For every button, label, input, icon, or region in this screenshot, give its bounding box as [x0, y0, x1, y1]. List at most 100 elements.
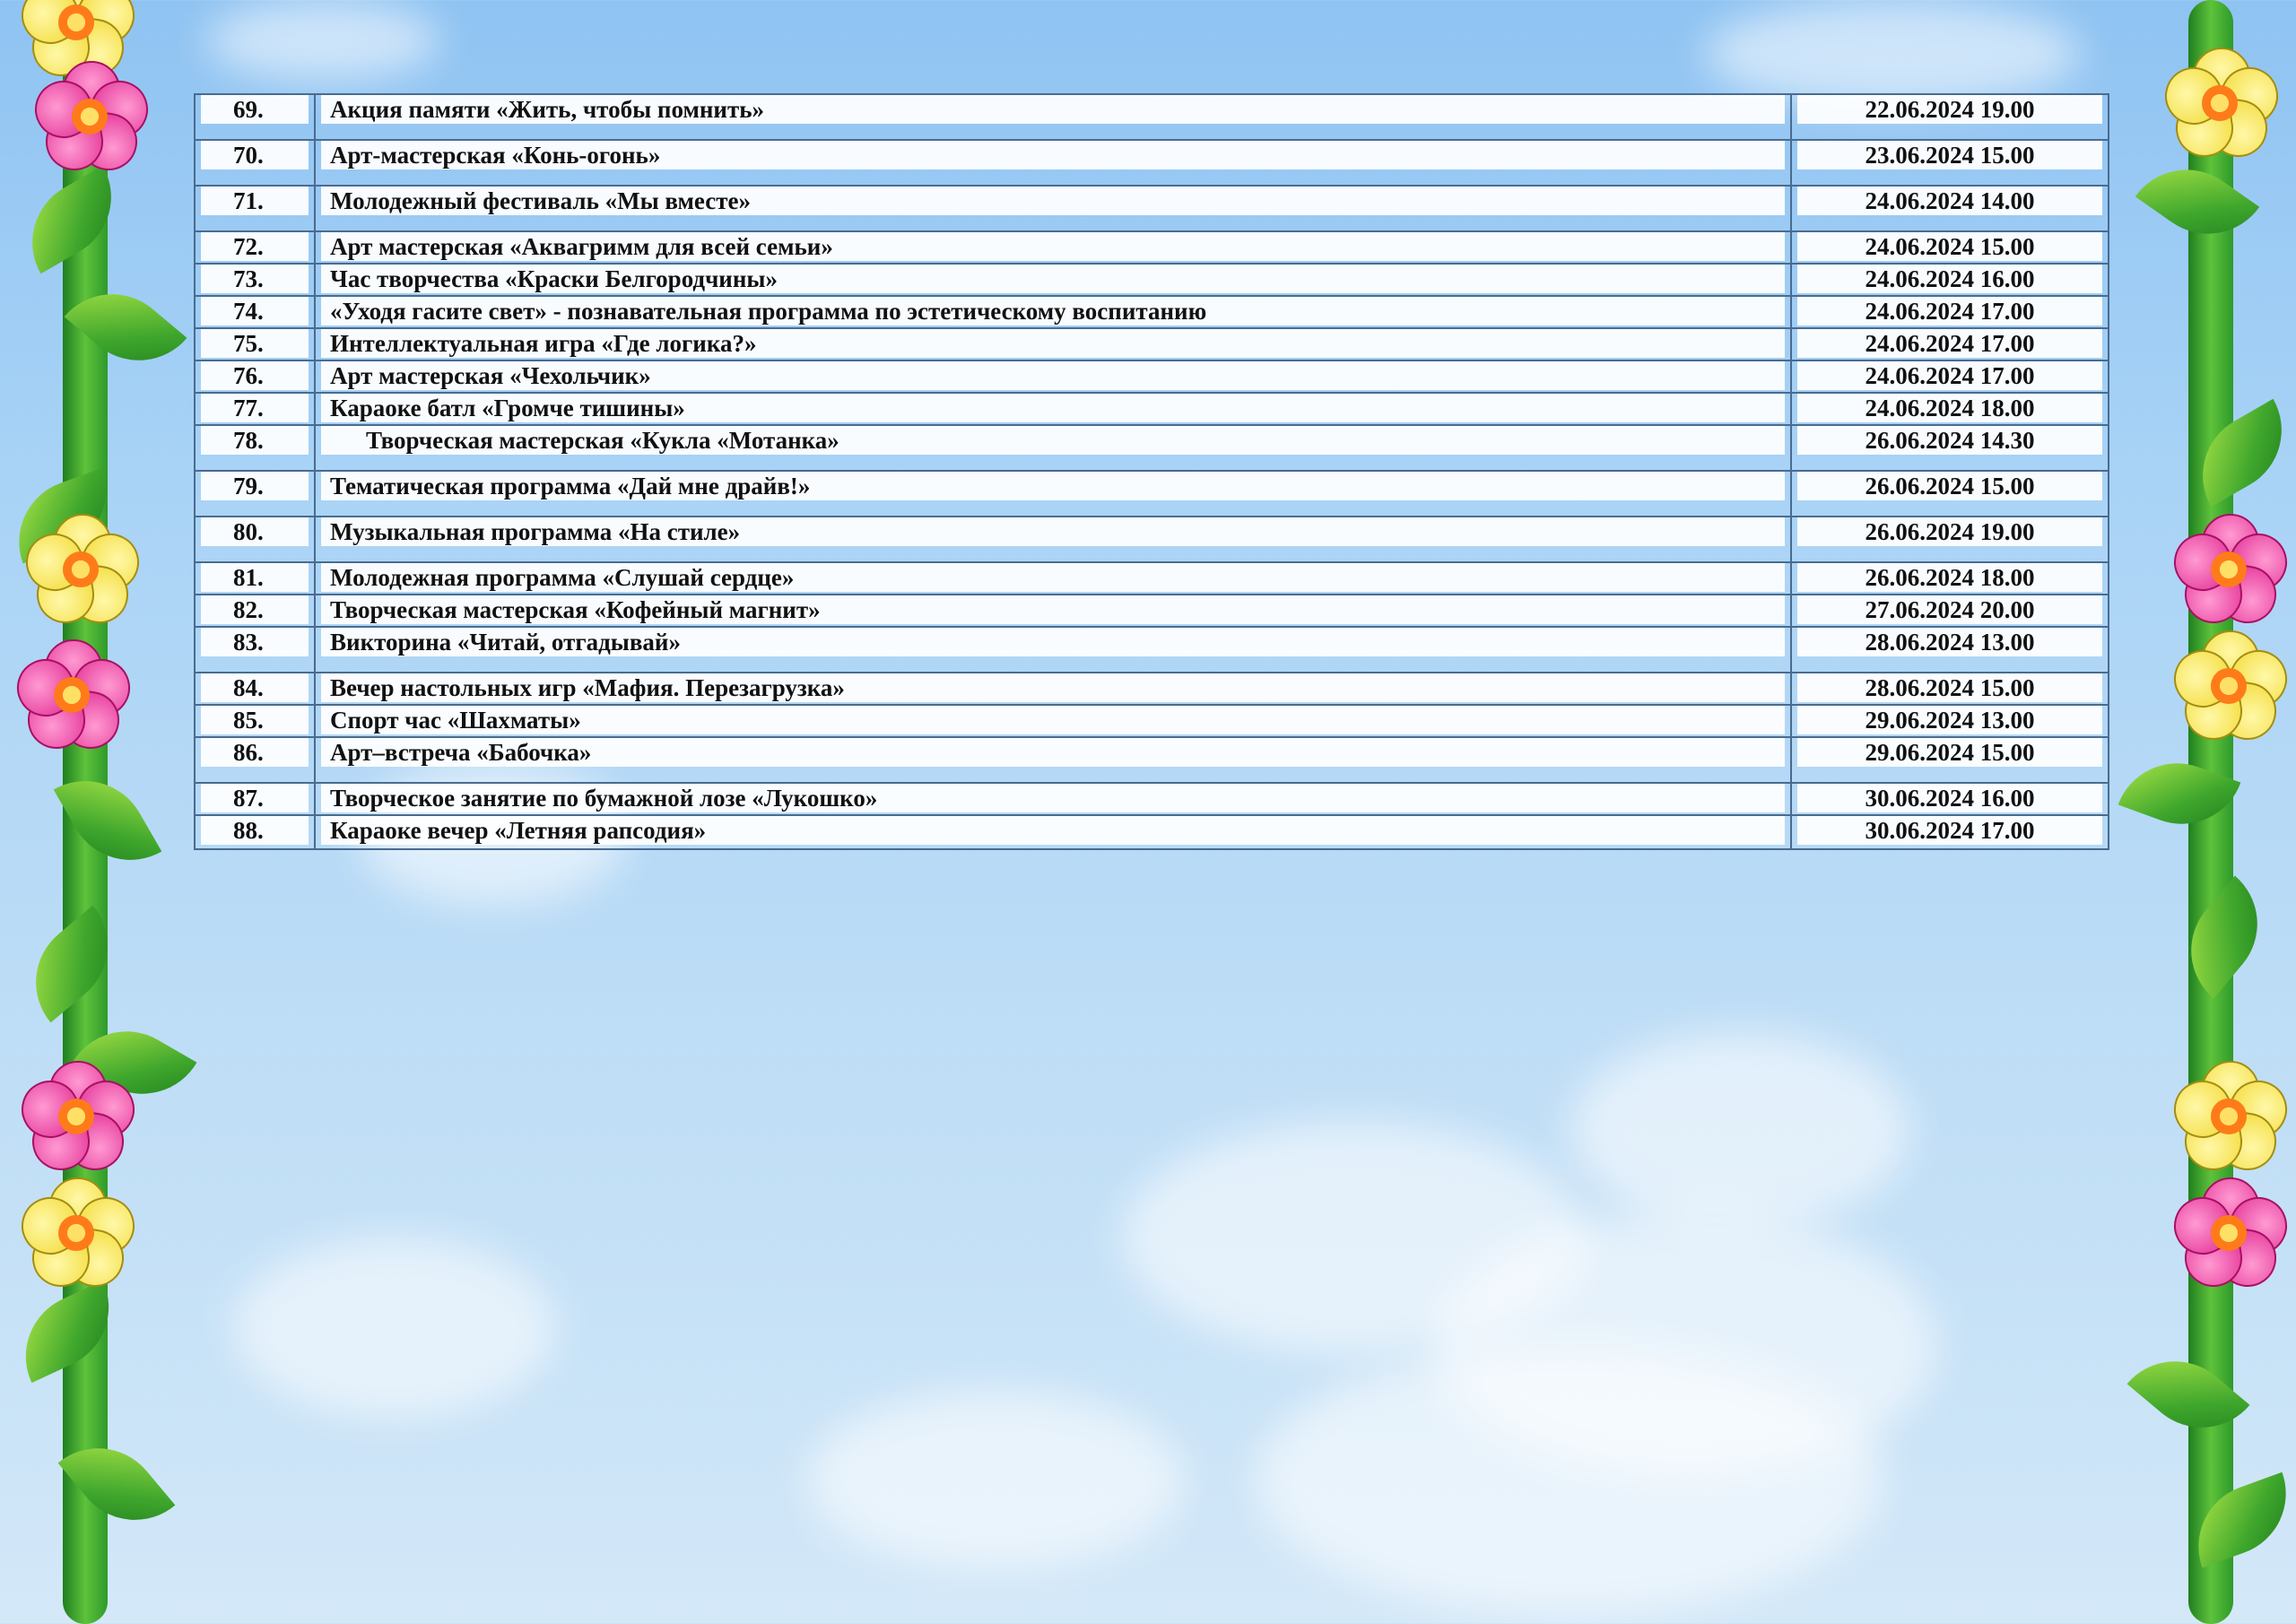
event-date: 26.06.2024 14.30 — [1797, 426, 2102, 455]
event-title: Арт–встреча «Бабочка» — [321, 738, 1785, 767]
row-number: 85. — [201, 706, 309, 734]
event-title: Час творчества «Краски Белгородчины» — [321, 265, 1785, 293]
event-title: Караоке вечер «Летняя рапсодия» — [321, 816, 1785, 845]
row-number-cell: 72. — [194, 230, 316, 265]
event-title: «Уходя гасите свет» - познавательная про… — [321, 297, 1785, 326]
event-date: 24.06.2024 17.00 — [1797, 329, 2102, 358]
event-date: 24.06.2024 15.00 — [1797, 232, 2102, 261]
event-date-cell: 30.06.2024 16.00 — [1790, 782, 2109, 816]
row-number: 77. — [201, 394, 309, 422]
event-title: Арт-мастерская «Конь-огонь» — [321, 141, 1785, 169]
event-date: 23.06.2024 15.00 — [1797, 141, 2102, 169]
row-number-cell: 71. — [194, 185, 316, 232]
event-title-cell: Арт мастерская «Аквагримм для всей семьи… — [314, 230, 1792, 265]
row-number: 87. — [201, 784, 309, 812]
event-title: Тематическая программа «Дай мне драйв!» — [321, 472, 1785, 500]
table-row: 69. Акция памяти «Жить, чтобы помнить» 2… — [194, 93, 2109, 141]
row-number: 86. — [201, 738, 309, 767]
row-number: 69. — [201, 95, 309, 124]
event-date-cell: 24.06.2024 16.00 — [1790, 263, 2109, 297]
event-date: 28.06.2024 15.00 — [1797, 673, 2102, 702]
event-date: 24.06.2024 17.00 — [1797, 361, 2102, 390]
event-date: 24.06.2024 16.00 — [1797, 265, 2102, 293]
event-title-cell: «Уходя гасите свет» - познавательная про… — [314, 295, 1792, 329]
table-row: 82. Творческая мастерская «Кофейный магн… — [194, 594, 2109, 628]
event-title-cell: Караоке батл «Громче тишины» — [314, 392, 1792, 426]
left-floral-border — [0, 0, 197, 1624]
event-date: 22.06.2024 19.00 — [1797, 95, 2102, 124]
pink-flower-icon — [2163, 1165, 2296, 1291]
event-date-cell: 24.06.2024 17.00 — [1790, 327, 2109, 361]
event-title: Спорт час «Шахматы» — [321, 706, 1785, 734]
event-date-cell: 30.06.2024 17.00 — [1790, 814, 2109, 850]
pink-flower-icon — [2163, 501, 2296, 628]
event-title: Творческая мастерская «Кофейный магнит» — [321, 595, 1785, 624]
table-row: 70. Арт-мастерская «Конь-огонь» 23.06.20… — [194, 139, 2109, 187]
row-number-cell: 69. — [194, 93, 316, 141]
event-title-cell: Караоке вечер «Летняя рапсодия» — [314, 814, 1792, 850]
event-title: Вечер настольных игр «Мафия. Перезагрузк… — [321, 673, 1785, 702]
event-title-cell: Интеллектуальная игра «Где логика?» — [314, 327, 1792, 361]
row-number: 72. — [201, 232, 309, 261]
table-row: 85. Спорт час «Шахматы» 29.06.2024 13.00 — [194, 704, 2109, 738]
table-row: 79. Тематическая программа «Дай мне драй… — [194, 470, 2109, 517]
pink-flower-icon — [24, 48, 159, 175]
event-title-cell: Вечер настольных игр «Мафия. Перезагрузк… — [314, 672, 1792, 706]
row-number-cell: 88. — [194, 814, 316, 850]
row-number: 70. — [201, 141, 309, 169]
event-date-cell: 26.06.2024 18.00 — [1790, 561, 2109, 595]
row-number-cell: 75. — [194, 327, 316, 361]
event-date: 30.06.2024 16.00 — [1797, 784, 2102, 812]
row-number-cell: 87. — [194, 782, 316, 816]
event-date-cell: 24.06.2024 14.00 — [1790, 185, 2109, 232]
row-number: 80. — [201, 517, 309, 546]
event-date: 27.06.2024 20.00 — [1797, 595, 2102, 624]
table-row: 74. «Уходя гасите свет» - познавательная… — [194, 295, 2109, 329]
event-date-cell: 24.06.2024 15.00 — [1790, 230, 2109, 265]
event-title-cell: Молодежный фестиваль «Мы вместе» — [314, 185, 1792, 232]
event-date-cell: 23.06.2024 15.00 — [1790, 139, 2109, 187]
table-row: 73. Час творчества «Краски Белгородчины»… — [194, 263, 2109, 297]
table-row: 88. Караоке вечер «Летняя рапсодия» 30.0… — [194, 814, 2109, 850]
event-title-cell: Час творчества «Краски Белгородчины» — [314, 263, 1792, 297]
row-number: 74. — [201, 297, 309, 326]
row-number: 78. — [201, 426, 309, 455]
row-number: 82. — [201, 595, 309, 624]
event-title: Акция памяти «Жить, чтобы помнить» — [321, 95, 1785, 124]
row-number: 79. — [201, 472, 309, 500]
row-number-cell: 81. — [194, 561, 316, 595]
table-row: 86. Арт–встреча «Бабочка» 29.06.2024 15.… — [194, 736, 2109, 784]
row-number-cell: 86. — [194, 736, 316, 784]
event-date-cell: 29.06.2024 13.00 — [1790, 704, 2109, 738]
event-date: 26.06.2024 15.00 — [1797, 472, 2102, 500]
event-title: Молодежный фестиваль «Мы вместе» — [321, 187, 1785, 215]
event-date: 24.06.2024 14.00 — [1797, 187, 2102, 215]
event-date-cell: 28.06.2024 13.00 — [1790, 626, 2109, 673]
event-date: 24.06.2024 17.00 — [1797, 297, 2102, 326]
event-date: 24.06.2024 18.00 — [1797, 394, 2102, 422]
row-number: 83. — [201, 628, 309, 656]
row-number-cell: 82. — [194, 594, 316, 628]
leaf — [2165, 875, 2283, 999]
event-date: 28.06.2024 13.00 — [1797, 628, 2102, 656]
event-title-cell: Творческая мастерская «Кофейный магнит» — [314, 594, 1792, 628]
event-date-cell: 22.06.2024 19.00 — [1790, 93, 2109, 141]
row-number: 81. — [201, 563, 309, 592]
event-date-cell: 24.06.2024 18.00 — [1790, 392, 2109, 426]
event-date-cell: 27.06.2024 20.00 — [1790, 594, 2109, 628]
event-date-cell: 24.06.2024 17.00 — [1790, 360, 2109, 394]
table-row: 87. Творческое занятие по бумажной лозе … — [194, 782, 2109, 816]
table-row: 72. Арт мастерская «Аквагримм для всей с… — [194, 230, 2109, 265]
event-title: Арт мастерская «Чехольчик» — [321, 361, 1785, 390]
event-title: Арт мастерская «Аквагримм для всей семьи… — [321, 232, 1785, 261]
table-row: 77. Караоке батл «Громче тишины» 24.06.2… — [194, 392, 2109, 426]
event-date: 26.06.2024 18.00 — [1797, 563, 2102, 592]
row-number-cell: 83. — [194, 626, 316, 673]
event-date-cell: 29.06.2024 15.00 — [1790, 736, 2109, 784]
row-number-cell: 73. — [194, 263, 316, 297]
event-title: Викторина «Читай, отгадывай» — [321, 628, 1785, 656]
yellow-flower-icon — [15, 501, 150, 628]
event-date-cell: 28.06.2024 15.00 — [1790, 672, 2109, 706]
table-row: 75. Интеллектуальная игра «Где логика?» … — [194, 327, 2109, 361]
table-row: 71. Молодежный фестиваль «Мы вместе» 24.… — [194, 185, 2109, 232]
